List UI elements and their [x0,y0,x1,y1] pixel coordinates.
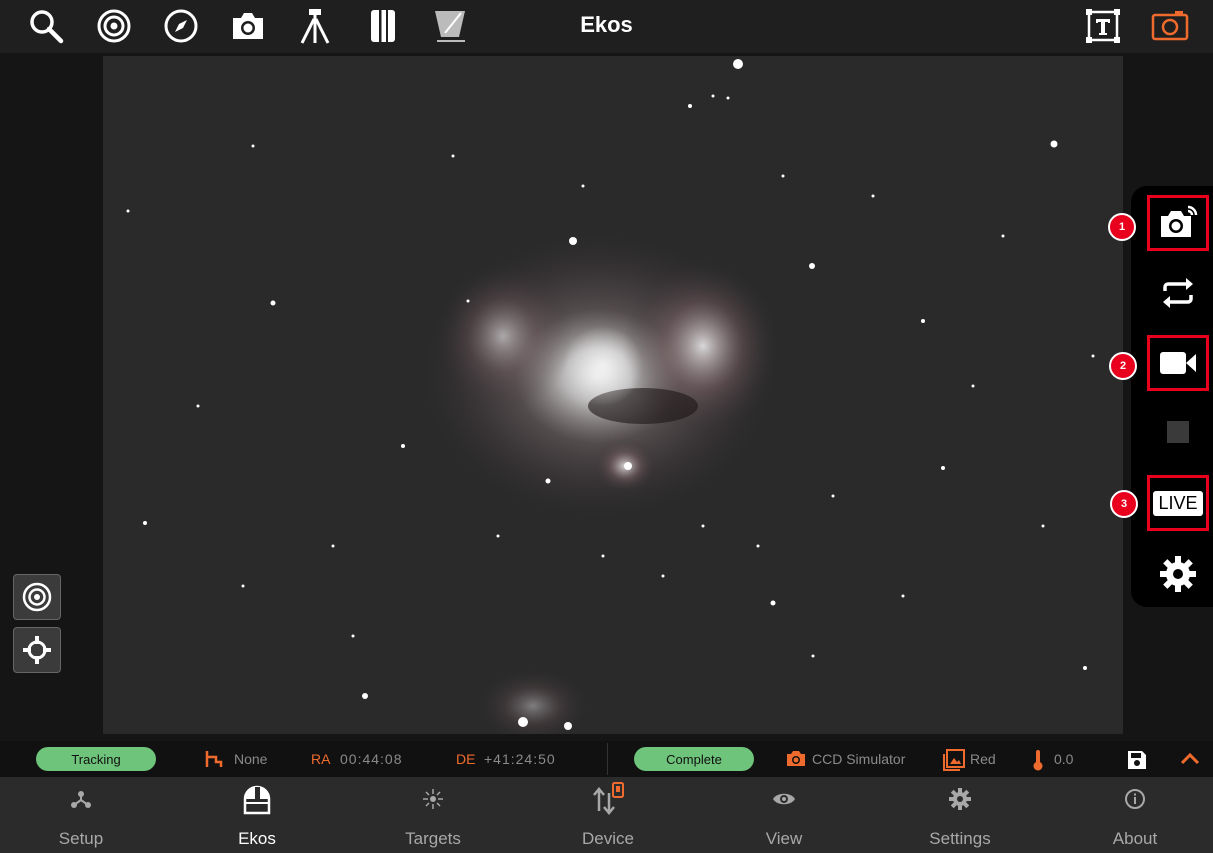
bottom-navigation: Setup Ekos Targets Device View Settings [0,777,1213,853]
targets-icon [421,777,445,821]
setup-icon [70,777,92,821]
camera-icon [787,751,805,766]
loop-button[interactable] [1147,265,1209,321]
status-divider [607,743,608,775]
capture-preview-icon[interactable] [1150,6,1190,46]
nav-label-view: View [765,829,803,848]
nav-item-settings[interactable]: Settings [885,777,1035,853]
ra-label: RA [311,751,331,767]
nav-label-ekos: Ekos [238,829,276,848]
image-viewer[interactable] [0,53,1213,741]
live-label: LIVE [1153,490,1203,516]
capture-button[interactable] [1147,195,1209,251]
save-icon[interactable] [1127,750,1147,770]
sky-image[interactable] [103,56,1123,734]
mount-status-badge: Tracking [36,747,156,771]
top-toolbar: Ekos [0,0,1213,53]
chevron-up-icon[interactable] [1180,751,1200,765]
nav-item-view[interactable]: View [709,777,859,853]
camera-icon[interactable] [228,6,268,46]
nav-label-setup: Setup [58,829,104,848]
de-value: +41:24:50 [484,751,556,767]
tripod-icon[interactable] [295,6,335,46]
nav-item-about[interactable]: About [1060,777,1210,853]
capture-panel: LIVE [1131,186,1213,607]
filter-icon [943,749,965,771]
compass-icon[interactable] [161,6,201,46]
step-badge-3: 3 [1110,490,1138,518]
solve-target-button[interactable] [13,574,61,620]
repeat-icon [1163,278,1193,308]
temperature-value: 0.0 [1054,751,1074,767]
info-icon [1124,777,1146,821]
filter-value: Red [970,751,996,767]
capture-settings-button[interactable] [1147,546,1209,602]
eye-icon [772,777,796,821]
nav-label-about: About [1112,829,1158,848]
status-bar: Tracking None RA 00:44:08 DE +41:24:50 C… [0,741,1213,777]
crosshair-button[interactable] [13,627,61,673]
gear-icon [1160,556,1196,592]
nav-item-device[interactable]: Device [533,777,683,853]
nav-item-targets[interactable]: Targets [358,777,508,853]
nav-item-setup[interactable]: Setup [6,777,156,853]
de-label: DE [456,751,476,767]
crosshair-icon [23,636,51,664]
video-button[interactable] [1147,335,1209,391]
live-button[interactable]: LIVE [1147,475,1209,531]
target-icon [22,582,52,612]
device-icon [591,777,625,821]
flat-panel-icon[interactable] [430,6,470,46]
thermometer-icon [1033,750,1043,771]
search-icon[interactable] [26,6,66,46]
pier-side-icon [205,751,223,767]
camera-loop-icon [1161,205,1198,237]
notebook-icon[interactable] [363,6,403,46]
pier-side-value: None [234,751,268,767]
step-badge-2: 2 [1109,352,1137,380]
text-overlay-icon[interactable] [1083,6,1123,46]
target-icon[interactable] [94,6,134,46]
observatory-icon [242,777,272,821]
capture-status-badge: Complete [634,747,754,771]
nav-label-targets: Targets [405,829,461,848]
nav-label-device: Device [582,829,634,848]
step-badge-1: 1 [1108,213,1136,241]
stop-icon [1167,421,1189,443]
camera-name: CCD Simulator [812,751,906,767]
gear-icon [949,777,971,821]
video-camera-icon [1160,352,1196,374]
nav-item-ekos[interactable]: Ekos [182,777,332,853]
ra-value: 00:44:08 [340,751,403,767]
stop-button[interactable] [1147,404,1209,460]
nav-label-settings: Settings [929,829,991,848]
